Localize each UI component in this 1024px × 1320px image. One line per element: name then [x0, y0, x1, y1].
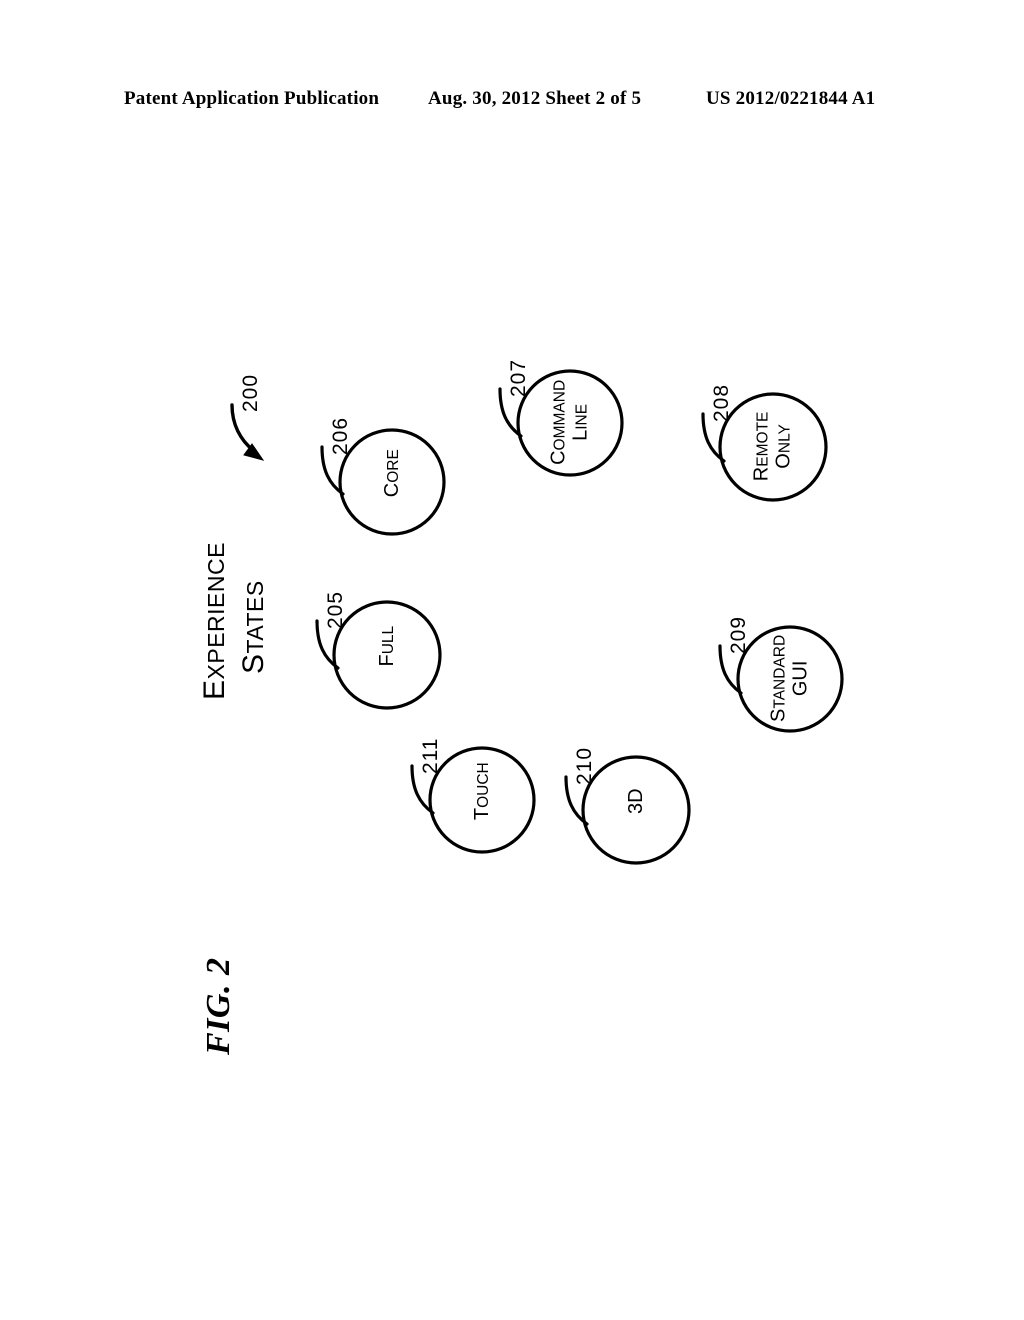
node-circle-command-line [516, 369, 624, 477]
ref-numeral-209: 209 [727, 615, 750, 654]
figure-title: EXPERIENCE STATES [196, 542, 274, 700]
ref-numeral-207: 207 [507, 358, 530, 397]
ref-numeral-206: 206 [329, 416, 352, 455]
node-circle-remote-only [718, 392, 828, 502]
ref-numeral-205: 205 [324, 590, 347, 629]
node-circle-touch [428, 746, 536, 854]
node-circle-3d [581, 755, 691, 865]
node-circle-full [332, 600, 442, 710]
figure-number-label: FIG. 2 [200, 957, 237, 1055]
node-circle-standard-gui [736, 625, 844, 733]
figure-title-line-2: STATES [237, 580, 270, 674]
node-circle-core [338, 428, 446, 536]
ref-numeral-210: 210 [573, 746, 596, 785]
ref-numeral-211: 211 [419, 737, 442, 774]
figure-title-line-1: EXPERIENCE [198, 542, 231, 700]
figure-vector-canvas [230, 369, 844, 865]
patent-figure: EXPERIENCE STATES FIG. 2 200 206 207 208… [0, 0, 1024, 1320]
ref-numeral-208: 208 [710, 383, 733, 422]
ref-numeral-200: 200 [239, 373, 262, 412]
